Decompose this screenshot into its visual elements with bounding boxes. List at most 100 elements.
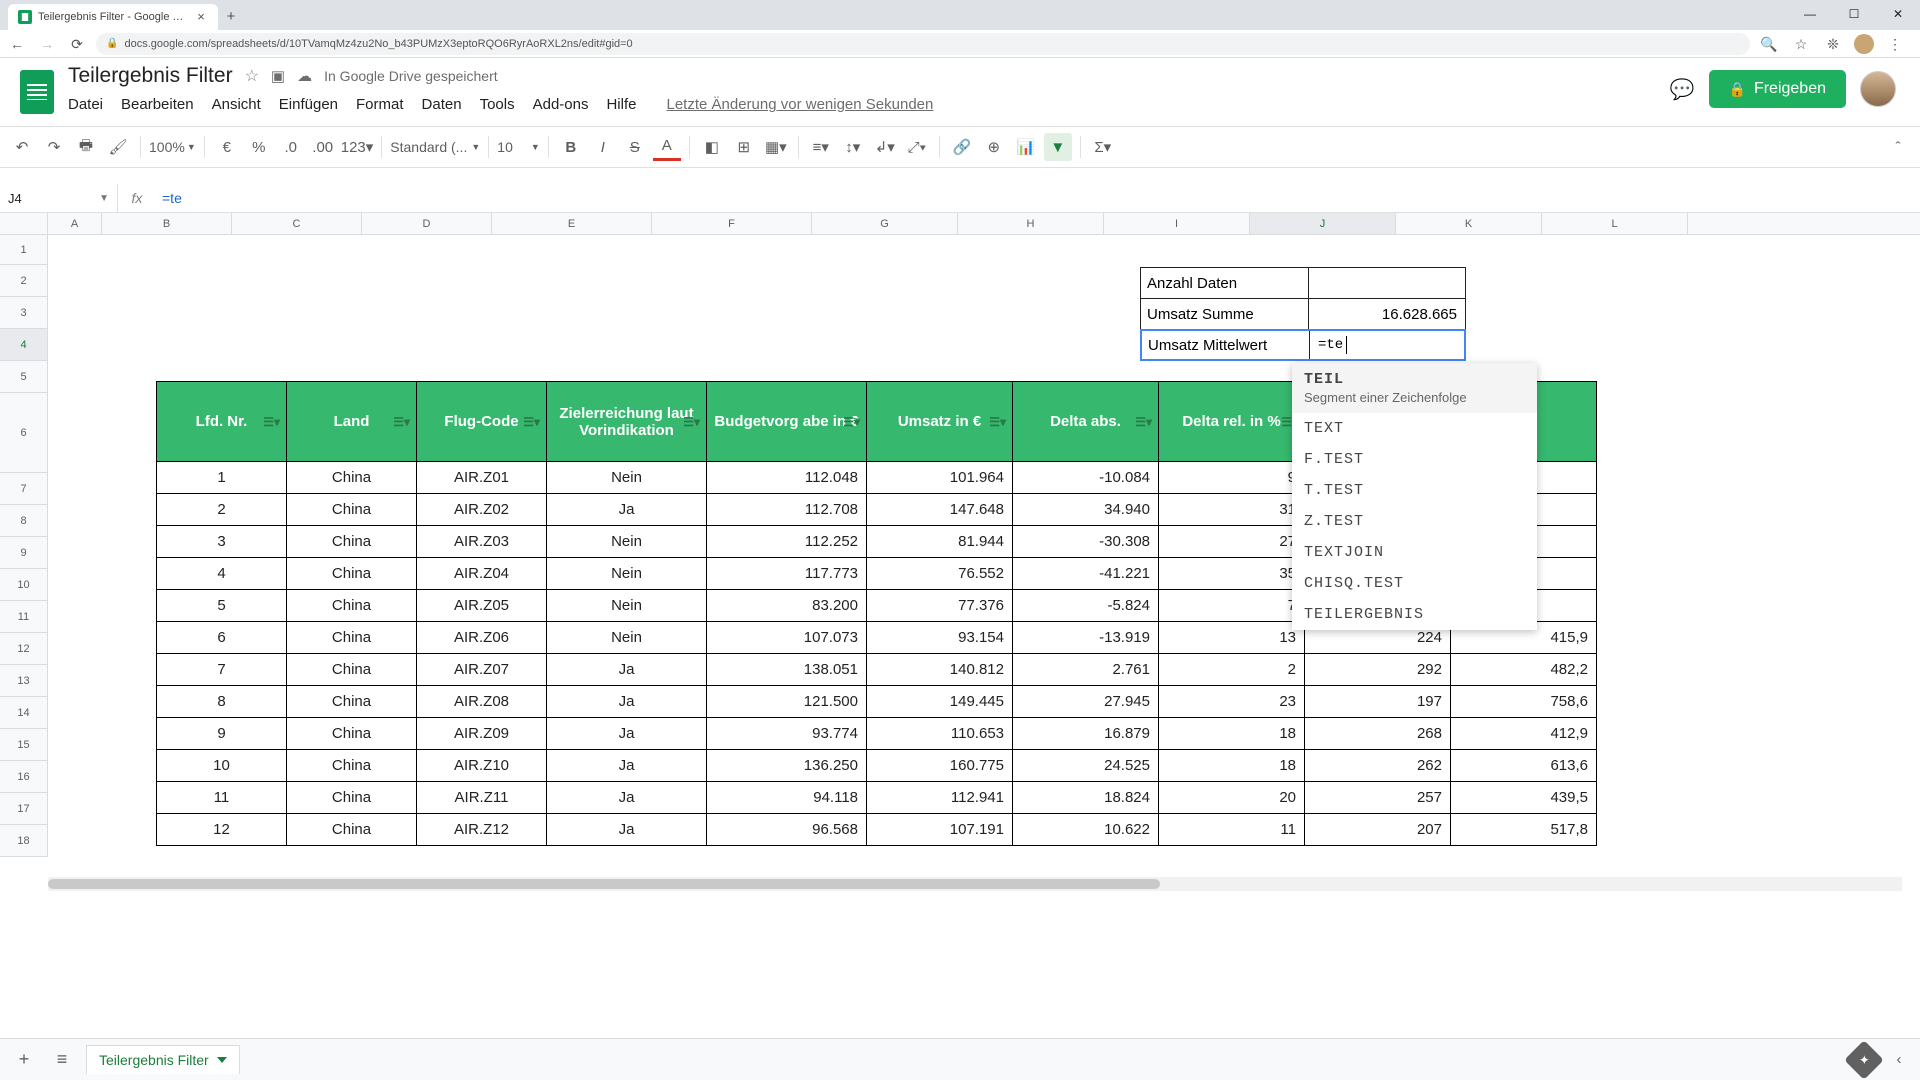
table-row[interactable]: 11ChinaAIR.Z11Ja94.118112.94118.82420257…: [157, 782, 1597, 814]
currency-button[interactable]: €: [213, 133, 241, 161]
cell[interactable]: 24.525: [1013, 750, 1159, 782]
font-select[interactable]: Standard (... ▼: [390, 139, 480, 155]
cell[interactable]: Ja: [547, 814, 707, 846]
cell[interactable]: 262: [1305, 750, 1451, 782]
cell[interactable]: 6: [157, 622, 287, 654]
cell[interactable]: 81.944: [867, 526, 1013, 558]
cell[interactable]: Nein: [547, 590, 707, 622]
reload-icon[interactable]: ⟳: [66, 33, 88, 55]
cell[interactable]: 439,5: [1451, 782, 1597, 814]
table-row[interactable]: 8ChinaAIR.Z08Ja121.500149.44527.94523197…: [157, 686, 1597, 718]
row-header[interactable]: 6: [0, 393, 48, 473]
cell[interactable]: 112.941: [867, 782, 1013, 814]
cell[interactable]: 11: [1159, 814, 1305, 846]
row-header[interactable]: 18: [0, 825, 48, 857]
cell[interactable]: Ja: [547, 718, 707, 750]
summary-row-editing[interactable]: Umsatz Mittelwert =te: [1140, 329, 1466, 361]
cell[interactable]: 107.073: [707, 622, 867, 654]
cell[interactable]: AIR.Z10: [417, 750, 547, 782]
cell[interactable]: -41.221: [1013, 558, 1159, 590]
cell[interactable]: China: [287, 814, 417, 846]
cell[interactable]: AIR.Z11: [417, 782, 547, 814]
filter-icon[interactable]: ☰▾: [1135, 415, 1152, 429]
table-header[interactable]: Delta rel. in %☰▾: [1159, 382, 1305, 462]
cell[interactable]: 4: [157, 558, 287, 590]
cell[interactable]: 18.824: [1013, 782, 1159, 814]
minimize-button[interactable]: —: [1788, 0, 1832, 28]
cell[interactable]: 197: [1305, 686, 1451, 718]
comment-button[interactable]: ⊕: [980, 133, 1008, 161]
row-header[interactable]: 16: [0, 761, 48, 793]
cell[interactable]: AIR.Z07: [417, 654, 547, 686]
move-icon[interactable]: ▣: [271, 67, 285, 85]
cell[interactable]: China: [287, 590, 417, 622]
cell[interactable]: 12: [157, 814, 287, 846]
cell[interactable]: 107.191: [867, 814, 1013, 846]
filter-icon[interactable]: ☰▾: [393, 415, 410, 429]
cell[interactable]: 77.376: [867, 590, 1013, 622]
menu-tools[interactable]: Tools: [480, 96, 515, 113]
scrollbar-thumb[interactable]: [48, 879, 1160, 889]
cell[interactable]: AIR.Z02: [417, 494, 547, 526]
cell[interactable]: 110.653: [867, 718, 1013, 750]
autocomplete-item[interactable]: TEILERGEBNIS: [1292, 599, 1537, 630]
menu-ansicht[interactable]: Ansicht: [212, 96, 261, 113]
row-header[interactable]: 5: [0, 361, 48, 393]
table-header[interactable]: Umsatz in €☰▾: [867, 382, 1013, 462]
col-header-k[interactable]: K: [1396, 213, 1542, 234]
cell[interactable]: 18: [1159, 718, 1305, 750]
row-header[interactable]: 14: [0, 697, 48, 729]
col-header-g[interactable]: G: [812, 213, 958, 234]
text-color-button[interactable]: A: [653, 133, 681, 161]
collapse-toolbar-button[interactable]: ˆ: [1884, 133, 1912, 161]
functions-button[interactable]: Σ▾: [1089, 133, 1117, 161]
doc-title[interactable]: Teilergebnis Filter: [68, 64, 233, 88]
col-header-j[interactable]: J: [1250, 213, 1396, 234]
table-header[interactable]: Lfd. Nr.☰▾: [157, 382, 287, 462]
fill-color-button[interactable]: ◧: [698, 133, 726, 161]
cell[interactable]: China: [287, 558, 417, 590]
row-header[interactable]: 1: [0, 235, 48, 265]
account-avatar[interactable]: [1860, 71, 1896, 107]
table-header[interactable]: Budgetvorg abe in €☰▾: [707, 382, 867, 462]
cell[interactable]: China: [287, 494, 417, 526]
cell[interactable]: 613,6: [1451, 750, 1597, 782]
cell[interactable]: 101.964: [867, 462, 1013, 494]
cell[interactable]: 117.773: [707, 558, 867, 590]
cell[interactable]: 27: [1159, 526, 1305, 558]
borders-button[interactable]: ⊞: [730, 133, 758, 161]
valign-button[interactable]: ↕▾: [839, 133, 867, 161]
cell[interactable]: -5.824: [1013, 590, 1159, 622]
cell[interactable]: 112.252: [707, 526, 867, 558]
menu-addons[interactable]: Add-ons: [533, 96, 589, 113]
all-sheets-button[interactable]: ≡: [48, 1046, 76, 1074]
redo-button[interactable]: ↷: [40, 133, 68, 161]
paint-format-button[interactable]: 🖌: [104, 133, 132, 161]
merge-button[interactable]: ▦▾: [762, 133, 790, 161]
cell[interactable]: AIR.Z08: [417, 686, 547, 718]
cell[interactable]: -13.919: [1013, 622, 1159, 654]
cell[interactable]: 8: [157, 686, 287, 718]
cell[interactable]: AIR.Z05: [417, 590, 547, 622]
bookmark-icon[interactable]: ☆: [1790, 33, 1812, 55]
cell[interactable]: 149.445: [867, 686, 1013, 718]
increase-decimal-button[interactable]: .00: [309, 133, 337, 161]
cell[interactable]: Nein: [547, 526, 707, 558]
chart-button[interactable]: 📊: [1012, 133, 1040, 161]
cell[interactable]: China: [287, 462, 417, 494]
col-header-f[interactable]: F: [652, 213, 812, 234]
cell[interactable]: China: [287, 526, 417, 558]
cell[interactable]: 13: [1159, 622, 1305, 654]
cell-editor[interactable]: =te: [1310, 331, 1464, 359]
autocomplete-item[interactable]: TEIL: [1292, 363, 1537, 390]
sheets-home-button[interactable]: [14, 64, 60, 120]
cell[interactable]: Nein: [547, 462, 707, 494]
cell[interactable]: -10.084: [1013, 462, 1159, 494]
cell[interactable]: AIR.Z04: [417, 558, 547, 590]
sheet-tab[interactable]: Teilergebnis Filter: [86, 1045, 240, 1074]
link-button[interactable]: 🔗: [948, 133, 976, 161]
cell[interactable]: 2: [157, 494, 287, 526]
row-header[interactable]: 10: [0, 569, 48, 601]
cell[interactable]: 112.048: [707, 462, 867, 494]
cell[interactable]: 31: [1159, 494, 1305, 526]
